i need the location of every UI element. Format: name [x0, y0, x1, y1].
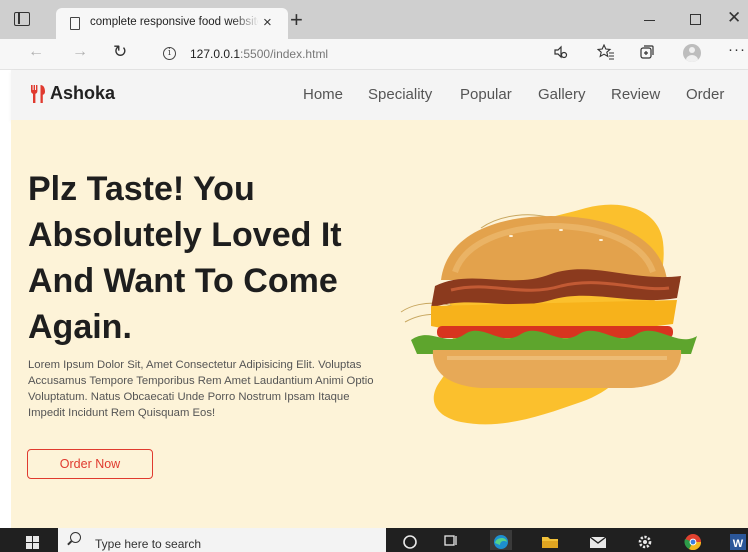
maximize-icon[interactable] — [690, 14, 701, 25]
new-tab-button[interactable]: + — [290, 7, 303, 33]
browser-tab[interactable]: complete responsive food website × — [56, 8, 288, 39]
word-icon[interactable]: W — [726, 530, 748, 550]
site-header: Ashoka Home Speciality Popular Gallery R… — [11, 70, 748, 120]
nav-link-home[interactable]: Home — [303, 86, 343, 103]
brand-logo-text[interactable]: Ashoka — [50, 83, 115, 104]
collections-icon[interactable] — [639, 44, 655, 63]
taskbar-search-placeholder: Type here to search — [95, 537, 202, 551]
nav-link-gallery[interactable]: Gallery — [538, 86, 586, 103]
close-window-icon[interactable]: ✕ — [727, 8, 741, 28]
svg-text:W: W — [733, 538, 744, 550]
tab-actions-icon[interactable] — [14, 12, 30, 26]
nav-link-speciality[interactable]: Speciality — [368, 86, 432, 103]
burger-image — [400, 204, 697, 425]
cortana-icon[interactable] — [399, 530, 421, 550]
browser-tab-strip: complete responsive food website × + ✕ — [0, 0, 748, 39]
nav-link-order[interactable]: Order — [686, 86, 724, 103]
hero-description: Lorem Ipsum Dolor Sit, Amet Consectetur … — [28, 359, 374, 419]
minimize-icon[interactable] — [644, 20, 655, 21]
more-icon[interactable]: ··· — [728, 41, 746, 58]
profile-icon[interactable] — [683, 44, 701, 62]
settings-icon[interactable] — [634, 530, 656, 550]
browser-toolbar: ← → ↻ i 127.0.0.1:5500/index.html ··· — [0, 39, 748, 70]
windows-start-icon[interactable] — [26, 536, 40, 550]
task-view-icon[interactable] — [441, 530, 463, 550]
info-icon[interactable]: i — [163, 47, 176, 60]
favorites-icon[interactable] — [596, 43, 615, 63]
nav-link-review[interactable]: Review — [611, 86, 660, 103]
url-host: 127.0.0.1 — [190, 47, 241, 61]
forward-icon[interactable]: → — [72, 43, 88, 61]
nav-link-popular[interactable]: Popular — [460, 86, 512, 103]
file-explorer-icon[interactable] — [539, 530, 561, 550]
edge-icon[interactable] — [490, 530, 512, 550]
back-icon[interactable]: ← — [28, 43, 44, 61]
windows-taskbar: Type here to search W — [0, 528, 748, 552]
taskbar-search-box[interactable]: Type here to search — [58, 528, 386, 552]
fork-knife-icon — [31, 85, 45, 103]
address-bar[interactable]: 127.0.0.1:5500/index.html — [190, 47, 328, 61]
order-now-button[interactable]: Order Now — [27, 449, 153, 479]
page-icon — [70, 17, 80, 30]
mail-icon[interactable] — [587, 530, 609, 550]
search-icon — [70, 532, 81, 543]
hero-section: Plz Taste! You Absolutely Loved It And W… — [11, 120, 748, 528]
close-tab-icon[interactable]: × — [263, 14, 272, 31]
chrome-icon[interactable] — [682, 530, 704, 550]
read-aloud-icon[interactable] — [552, 44, 568, 63]
url-path: :5500/index.html — [240, 47, 329, 61]
tab-title-fade — [232, 12, 260, 34]
reload-icon[interactable]: ↻ — [113, 42, 127, 62]
hero-title: Plz Taste! You Absolutely Loved It And W… — [28, 170, 342, 346]
